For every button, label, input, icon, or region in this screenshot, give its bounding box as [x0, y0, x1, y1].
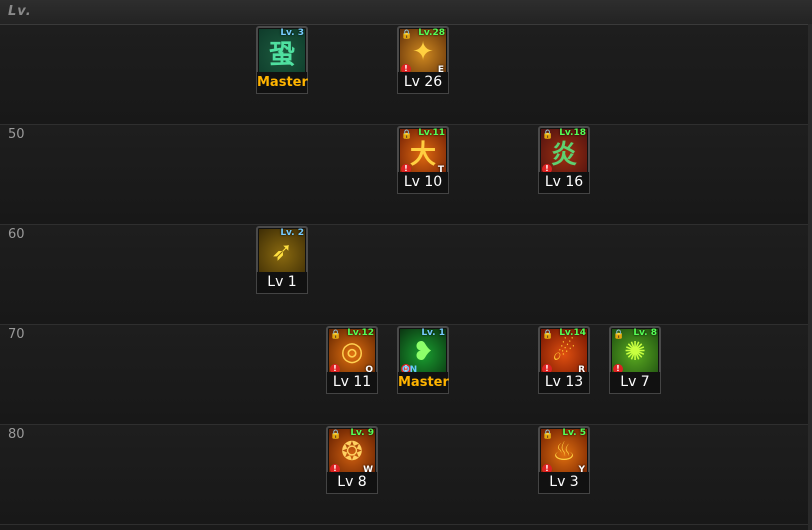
skill-level-badge: Lv.18 — [559, 128, 586, 138]
skill-level-caption: Lv 8 — [326, 472, 378, 494]
skill-level-badge: Lv. 2 — [280, 228, 304, 238]
level-row-60: 60 — [0, 225, 812, 325]
skill-icon[interactable]: ➶ Lv. 2 — [256, 226, 308, 278]
skill-level-badge: Lv.28 — [418, 28, 445, 38]
skill-level-caption: Lv 26 — [397, 72, 449, 94]
skill-9-slot[interactable]: ✺ 🔒 Lv. 8! Lv 7 — [609, 326, 661, 396]
skill-10-slot[interactable]: ❂ 🔒 Lv. 9! W Lv 8 — [326, 426, 378, 496]
skill-11-slot[interactable]: ♨ 🔒 Lv. 5! Y Lv 3 — [538, 426, 590, 496]
skill-level-caption: Lv 7 — [609, 372, 661, 394]
lock-icon: 🔒 — [401, 130, 413, 140]
skill-level-caption: Master — [397, 372, 449, 394]
scrollbar[interactable] — [808, 24, 812, 530]
lock-icon: 🔒 — [542, 330, 554, 340]
lock-icon: 🔒 — [330, 330, 342, 340]
lock-icon: 🔒 — [330, 430, 342, 440]
skill-level-caption: Lv 10 — [397, 172, 449, 194]
level-header: Lv. — [0, 0, 812, 25]
skill-5-slot[interactable]: ➶ Lv. 2 Lv 1 — [256, 226, 308, 296]
level-row-label: 60 — [8, 227, 25, 242]
skill-4-slot[interactable]: 炎 🔒 Lv.18! Lv 16 — [538, 126, 590, 196]
skill-level-badge: Lv.14 — [559, 328, 586, 338]
skill-level-badge: Lv.12 — [347, 328, 374, 338]
skill-icon[interactable]: ❂ 🔒 Lv. 9! W — [326, 426, 378, 478]
lock-icon: 🔒 — [401, 30, 413, 40]
skill-level-badge: Lv.11 — [418, 128, 445, 138]
skill-level-caption: Lv 1 — [256, 272, 308, 294]
skill-icon[interactable]: 炎 🔒 Lv.18! — [538, 126, 590, 178]
skill-icon[interactable]: ✺ 🔒 Lv. 8! — [609, 326, 661, 378]
skill-level-badge: Lv. 1 — [421, 328, 445, 338]
level-row-label: 70 — [8, 327, 25, 342]
level-row-80: 80 — [0, 425, 812, 525]
skill-7-slot[interactable]: ❥ Lv. 1! ON Master — [397, 326, 449, 396]
skill-icon[interactable]: ♨ 🔒 Lv. 5! Y — [538, 426, 590, 478]
skill-3-slot[interactable]: 大 🔒 Lv.11! T Lv 10 — [397, 126, 449, 196]
skill-6-slot[interactable]: ◎ 🔒 Lv.12! Q Lv 11 — [326, 326, 378, 396]
skill-level-caption: Lv 3 — [538, 472, 590, 494]
skill-icon[interactable]: ❥ Lv. 1! ON — [397, 326, 449, 378]
skill-level-badge: Lv. 8 — [633, 328, 657, 338]
lock-icon: 🔒 — [613, 330, 625, 340]
skill-level-badge: Lv. 5 — [562, 428, 586, 438]
skill-icon[interactable]: 大 🔒 Lv.11! T — [397, 126, 449, 178]
skill-8-slot[interactable]: ☄ 🔒 Lv.14! R Lv 13 — [538, 326, 590, 396]
skill-icon[interactable]: ☄ 🔒 Lv.14! R — [538, 326, 590, 378]
skill-1-slot[interactable]: 蛩 Lv. 3 Master — [256, 26, 308, 96]
skill-level-badge: Lv. 3 — [280, 28, 304, 38]
level-row-label: 80 — [8, 427, 25, 442]
skill-2-slot[interactable]: ✦ 🔒 Lv.28! E Lv 26 — [397, 26, 449, 96]
skill-level-badge: Lv. 9 — [350, 428, 374, 438]
skill-level-caption: Lv 11 — [326, 372, 378, 394]
level-row-label: 50 — [8, 127, 25, 142]
skill-icon[interactable]: 蛩 Lv. 3 — [256, 26, 308, 78]
skill-level-caption: Lv 16 — [538, 172, 590, 194]
level-header-label: Lv. — [8, 4, 32, 19]
skill-icon[interactable]: ✦ 🔒 Lv.28! E — [397, 26, 449, 78]
skill-icon[interactable]: ◎ 🔒 Lv.12! Q — [326, 326, 378, 378]
skill-level-caption: Lv 13 — [538, 372, 590, 394]
lock-icon: 🔒 — [542, 430, 554, 440]
skill-level-caption: Master — [256, 72, 308, 94]
lock-icon: 🔒 — [542, 130, 554, 140]
